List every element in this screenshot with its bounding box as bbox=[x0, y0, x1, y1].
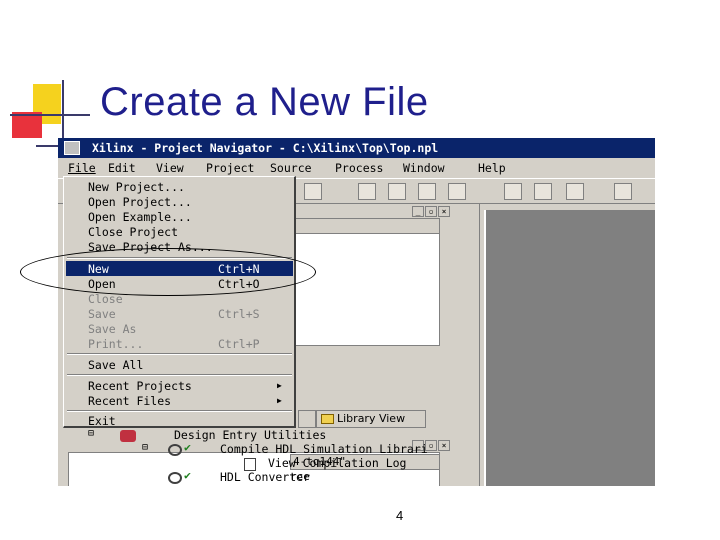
folder-icon bbox=[321, 414, 334, 424]
toolbar-view-icon[interactable] bbox=[418, 183, 436, 200]
submenu-arrow-icon: ▶ bbox=[277, 396, 282, 405]
menu-item-open-example[interactable]: Open Example... bbox=[88, 210, 192, 224]
highlight-ellipse-annotation bbox=[20, 248, 316, 296]
shortcut-save: Ctrl+S bbox=[218, 307, 260, 321]
menu-item-recent-projects[interactable]: Recent Projects bbox=[88, 379, 192, 393]
menu-view[interactable]: View bbox=[156, 161, 184, 175]
panel-restore-icon[interactable]: ▫ bbox=[425, 206, 437, 217]
menu-item-exit[interactable]: Exit bbox=[88, 414, 116, 428]
tab-module-view[interactable] bbox=[298, 410, 316, 428]
toolbar-s-icon[interactable] bbox=[304, 183, 322, 200]
menu-project[interactable]: Project bbox=[206, 161, 254, 175]
tab-library-view[interactable]: Library View bbox=[316, 410, 426, 428]
menu-source[interactable]: Source bbox=[270, 161, 312, 175]
menu-file[interactable]: File bbox=[68, 161, 96, 175]
menu-window[interactable]: Window bbox=[403, 161, 445, 175]
page-number: 4 bbox=[396, 508, 404, 523]
menu-separator bbox=[67, 410, 292, 412]
panel-close-icon[interactable]: × bbox=[438, 206, 450, 217]
file-menu-dropdown: New Project... Open Project... Open Exam… bbox=[63, 176, 296, 428]
menu-item-print: Print... bbox=[88, 337, 144, 351]
menu-separator bbox=[67, 374, 292, 376]
menu-item-open-project[interactable]: Open Project... bbox=[88, 195, 192, 209]
tree-item-hdl-converter[interactable]: HDL Converter bbox=[220, 470, 310, 484]
tree-expand-icon[interactable]: ⊟ bbox=[142, 442, 148, 453]
toolbar-run-icon[interactable] bbox=[534, 183, 552, 200]
panel2-close-icon[interactable]: × bbox=[438, 440, 450, 451]
menu-item-close-project[interactable]: Close Project bbox=[88, 225, 178, 239]
toolbar-hierarchy-icon[interactable] bbox=[566, 183, 584, 200]
menu-item-recent-files[interactable]: Recent Files bbox=[88, 394, 171, 408]
menu-item-save-as: Save As bbox=[88, 322, 137, 336]
check-icon: ✔ bbox=[184, 440, 191, 454]
workspace-area[interactable] bbox=[484, 210, 655, 486]
check-icon: ✔ bbox=[184, 468, 191, 482]
window-titlebar: Xilinx - Project Navigator - C:\Xilinx\T… bbox=[58, 138, 655, 158]
shortcut-print: Ctrl+P bbox=[218, 337, 260, 351]
toolbar-list-icon[interactable] bbox=[448, 183, 466, 200]
toolbar-edit-icon[interactable] bbox=[388, 183, 406, 200]
menu-item-save: Save bbox=[88, 307, 116, 321]
menu-help[interactable]: Help bbox=[478, 161, 506, 175]
tree-item-compile-hdl[interactable]: Compile HDL Simulation Librari bbox=[220, 442, 428, 456]
toolbar-window-icon[interactable] bbox=[504, 183, 522, 200]
slide-title: Create a New File bbox=[100, 80, 429, 124]
tree-item-design-entry-utilities[interactable]: Design Entry Utilities bbox=[174, 428, 326, 442]
toolbar-sort-icon[interactable] bbox=[358, 183, 376, 200]
menu-edit[interactable]: Edit bbox=[108, 161, 136, 175]
menubar: File Edit View Project Source Process Wi… bbox=[58, 158, 655, 178]
submenu-arrow-icon: ▶ bbox=[277, 381, 282, 390]
tree-item-view-compilation-log[interactable]: View Compilation Log bbox=[268, 456, 406, 470]
process-ring-icon bbox=[168, 444, 182, 456]
sources-panel[interactable] bbox=[290, 218, 440, 346]
panel-minimize-icon[interactable]: _ bbox=[412, 206, 424, 217]
window-title: Xilinx - Project Navigator - C:\Xilinx\T… bbox=[92, 141, 439, 155]
app-screenshot: Xilinx - Project Navigator - C:\Xilinx\T… bbox=[58, 138, 655, 486]
tree-expand-icon[interactable]: ⊟ bbox=[88, 428, 94, 439]
decor-line-horizontal bbox=[10, 114, 90, 116]
menu-item-save-all[interactable]: Save All bbox=[88, 358, 143, 372]
menu-process[interactable]: Process bbox=[335, 161, 383, 175]
pane-divider[interactable] bbox=[458, 204, 480, 486]
process-ring-icon bbox=[168, 472, 182, 484]
menu-item-new-project[interactable]: New Project... bbox=[88, 180, 185, 194]
sources-panel-header bbox=[290, 218, 440, 234]
menu-separator bbox=[67, 353, 292, 355]
toolbar-help-cursor-icon[interactable] bbox=[614, 183, 632, 200]
design-utilities-icon bbox=[120, 430, 136, 442]
xilinx-app-icon bbox=[64, 141, 80, 155]
